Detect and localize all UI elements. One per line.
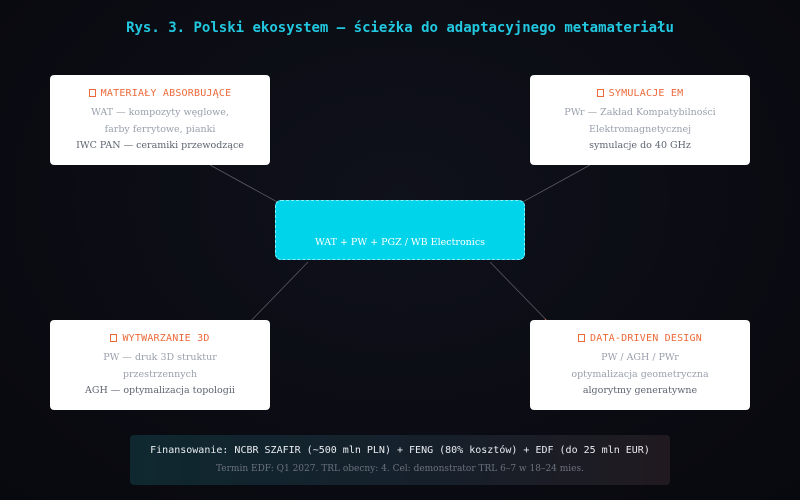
card-datadriven-line3: algorytmy generatywne bbox=[582, 385, 698, 396]
card-datadriven-line2: optymalizacja geometryczna bbox=[571, 368, 709, 380]
card-datadriven: DATA-DRIVEN DESIGN PW / AGH / PWr optyma… bbox=[530, 320, 750, 410]
square-icon bbox=[88, 89, 96, 97]
card-materials-line3: IWC PAN — ceramiki przewodzące bbox=[76, 140, 244, 151]
square-icon bbox=[110, 334, 118, 342]
card-simulation-line1: PWr — Zakład Kompatybilności bbox=[564, 107, 716, 118]
card-materials-line1: WAT — kompozyty węglowe, bbox=[91, 107, 229, 118]
card-datadriven-title: DATA-DRIVEN DESIGN bbox=[530, 333, 750, 344]
funding-sub-text: Termin EDF: Q1 2027. TRL obecny: 4. Cel:… bbox=[216, 464, 584, 474]
card-printing: WYTWARZANIE 3D PW — druk 3D struktur prz… bbox=[50, 320, 270, 410]
funding-panel: Finansowanie: NCBR SZAFIR (~500 mln PLN)… bbox=[130, 435, 670, 485]
card-printing-line1: PW — druk 3D struktur bbox=[103, 352, 217, 363]
square-icon bbox=[578, 334, 585, 342]
funding-main-text: Finansowanie: NCBR SZAFIR (~500 mln PLN)… bbox=[150, 445, 650, 456]
card-simulation-title: SYMULACJE EM bbox=[530, 88, 750, 99]
card-simulation: SYMULACJE EM PWr — Zakład Kompatybilnośc… bbox=[530, 75, 750, 165]
card-simulation-line2: Elektromagnetycznej bbox=[588, 123, 692, 135]
hub-label: WAT + PW + PGZ / WB Electronics bbox=[314, 237, 486, 248]
card-printing-line3: AGH — optymalizacja topologii bbox=[85, 385, 235, 396]
hub-consortium: WAT + PW + PGZ / WB Electronics bbox=[275, 200, 525, 260]
card-materials-title: MATERIAŁY ABSORBUJĄCE bbox=[50, 88, 270, 99]
card-printing-title: WYTWARZANIE 3D bbox=[50, 333, 270, 344]
square-icon bbox=[596, 89, 604, 97]
card-simulation-line3: symulacje do 40 GHz bbox=[589, 140, 691, 151]
card-materials: MATERIAŁY ABSORBUJĄCE WAT — kompozyty wę… bbox=[50, 75, 270, 165]
card-printing-line2: przestrzennych bbox=[122, 368, 198, 380]
card-materials-line2: farby ferrytowe, pianki bbox=[104, 123, 216, 135]
card-datadriven-line1: PW / AGH / PWr bbox=[601, 352, 679, 363]
